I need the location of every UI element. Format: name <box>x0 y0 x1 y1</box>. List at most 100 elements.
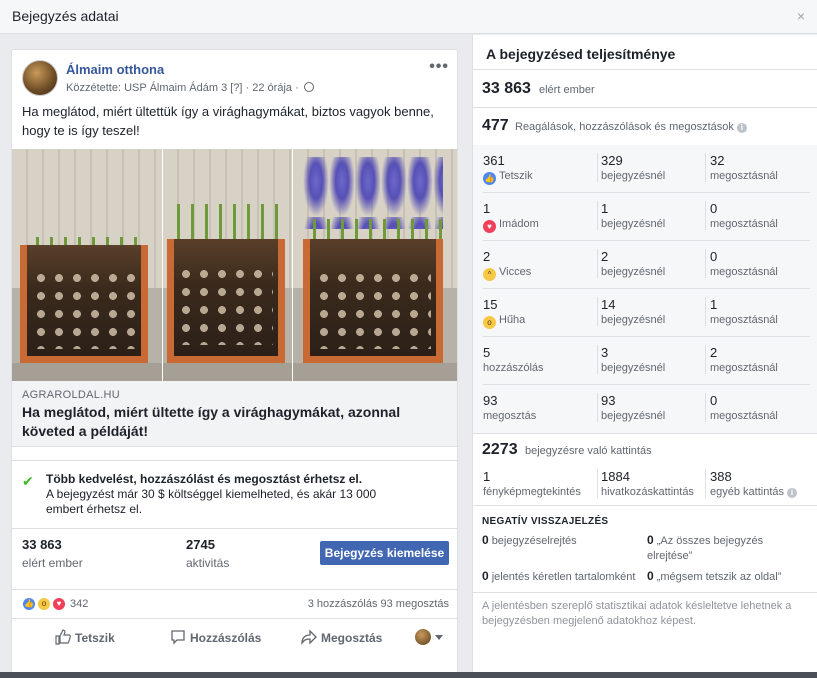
reaction-count[interactable]: 342 <box>70 598 88 610</box>
divider <box>473 592 817 593</box>
negative-label: „Az összes bejegyzés elrejtése” <box>647 535 764 562</box>
panel-reach-value: 33 863 <box>482 80 531 97</box>
more-options-icon[interactable]: ••• <box>429 58 449 76</box>
stat-row-comments: 5 hozzászólás 3 bejegyzésnél 2 megosztásnál <box>483 337 810 385</box>
post-meta: Közzétette: USP Álmaim Ádám 3 [?] · 22 ó… <box>66 82 314 94</box>
stat-label: hozzászólás <box>483 362 544 374</box>
negative-feedback-title: NEGATÍV VISSZAJELZÉS <box>482 516 609 527</box>
photo-2[interactable] <box>163 149 292 381</box>
stat-value: 93 <box>483 393 498 408</box>
clicks-breakdown: 1 fényképmegtekintés 1884 hivatkozáskattin… <box>483 463 810 503</box>
stat-label: bejegyzésnél <box>601 362 666 374</box>
stat-value: 14 <box>601 297 616 312</box>
stat-value: 1884 <box>601 469 630 484</box>
stat-value: 93 <box>601 393 616 408</box>
stat-label: bejegyzésnél <box>601 218 666 230</box>
boost-title: Több kedvelést, hozzászólást és megosztá… <box>46 472 363 486</box>
stat-label: Hűha <box>499 314 526 326</box>
comments-shares-count[interactable]: 3 hozzászólás 93 megosztás <box>308 598 449 610</box>
love-icon: ♥ <box>483 220 496 233</box>
profile-chooser[interactable] <box>415 629 443 645</box>
negative-value: 0 <box>647 569 654 583</box>
stat-value: 3 <box>601 345 609 360</box>
boost-post-button[interactable]: Bejegyzés kiemelése <box>320 541 449 565</box>
negative-item: 0 „mégsem tetszik az oldal” <box>647 569 781 585</box>
stat-label: Vicces <box>499 266 532 278</box>
divider <box>473 433 817 434</box>
stat-value: 32 <box>710 153 725 168</box>
thumbs-up-icon <box>55 629 71 645</box>
chevron-down-icon <box>435 635 443 640</box>
stat-value: 1 <box>710 297 718 312</box>
negative-label: bejegyzéselrejtés <box>491 535 577 547</box>
panel-footnote: A jelentésben szereplő statisztikai adat… <box>482 600 792 627</box>
link-title[interactable]: Ha meglátod, miért ültette így a virágha… <box>22 403 442 441</box>
stat-label: bejegyzésnél <box>601 410 666 422</box>
wow-reaction-icon[interactable]: o <box>37 597 51 611</box>
wow-icon: o <box>483 316 496 329</box>
stat-value: 15 <box>483 297 498 312</box>
divider <box>473 505 817 506</box>
share-button[interactable]: Megosztás <box>301 629 382 645</box>
engagement-label: Reagálások, hozzászólások és megosztások <box>515 121 734 133</box>
negative-item: 0 jelentés kéretlen tartalomként <box>482 569 635 585</box>
page-avatar[interactable] <box>22 60 58 96</box>
love-reaction-icon[interactable]: ♥ <box>52 597 66 611</box>
close-icon[interactable]: × <box>797 8 805 24</box>
performance-panel: A bejegyzésed teljesítménye 33 863 elért… <box>472 35 817 678</box>
stat-label: fényképmegtekintés <box>483 486 581 498</box>
post-text: Ha meglátod, miért ültettük így a virágh… <box>22 104 434 138</box>
photo-1[interactable] <box>12 149 162 381</box>
like-label: Tetszik <box>75 631 115 645</box>
share-icon <box>301 629 317 645</box>
reactions-breakdown: 361 👍 Tetszik 329 bejegyzésnél 32 megosztásn… <box>473 145 817 433</box>
dialog-header: Bejegyzés adatai × <box>0 0 817 34</box>
page-name-link[interactable]: Álmaim otthona <box>66 62 164 77</box>
reach-row: 33 863 elért ember 2745 aktivitás Bejegy… <box>12 528 457 590</box>
stat-value: 388 <box>710 469 732 484</box>
page-mini-avatar <box>415 629 431 645</box>
comment-button[interactable]: Hozzászólás <box>170 629 261 645</box>
stat-value: 2 <box>710 345 718 360</box>
stat-value: 2 <box>601 249 609 264</box>
divider <box>473 107 817 108</box>
negative-item: 0 bejegyzéselrejtés <box>482 533 577 549</box>
boost-info: ✔ Több kedvelést, hozzászólást és megosz… <box>12 460 457 527</box>
stat-row-shares: 93 megosztás 93 bejegyzésnél 0 megosztásnál <box>483 385 810 433</box>
stat-label: bejegyzésnél <box>601 314 666 326</box>
stat-label: megosztás <box>483 410 537 422</box>
stat-label: bejegyzésnél <box>601 266 666 278</box>
comment-icon <box>171 630 185 645</box>
stat-value: 329 <box>601 153 623 168</box>
stat-row-haha: 2 ^ Vicces 2 bejegyzésnél 0 megosztásnál <box>483 241 810 289</box>
like-icon: 👍 <box>483 172 496 185</box>
haha-icon: ^ <box>483 268 496 281</box>
like-button[interactable]: Tetszik <box>55 629 115 645</box>
dialog-title: Bejegyzés adatai <box>12 8 119 24</box>
photo-3[interactable] <box>293 149 457 381</box>
info-icon[interactable]: i <box>736 123 747 133</box>
like-reaction-icon[interactable]: 👍 <box>22 597 36 611</box>
stat-label: megosztásnál <box>710 314 778 326</box>
engagement-value: 477 <box>482 117 509 134</box>
negative-value: 0 <box>647 533 654 547</box>
negative-value: 0 <box>482 533 489 547</box>
reach-value: 33 863 <box>22 537 62 552</box>
reaction-summary: 👍 o ♥ 342 3 hozzászólás 93 megosztás <box>12 590 457 619</box>
check-icon: ✔ <box>22 473 34 489</box>
reach-label: elért ember <box>22 556 83 570</box>
stat-row-love: 1 ♥ Imádom 1 bejegyzésnél 0 megosztásnál <box>483 193 810 241</box>
share-label: Megosztás <box>321 631 383 645</box>
info-icon[interactable]: i <box>787 488 797 498</box>
stat-value: 0 <box>710 249 718 264</box>
panel-reach-label: elért ember <box>539 84 595 96</box>
stat-label: megosztásnál <box>710 362 778 374</box>
stat-label: megosztásnál <box>710 410 778 422</box>
photo-collage <box>12 149 457 381</box>
stat-value: 0 <box>710 201 718 216</box>
post-preview-area: Álmaim otthona Közzétette: USP Álmaim Ád… <box>0 35 472 678</box>
stat-label: megosztásnál <box>710 218 778 230</box>
negative-item: 0 „Az összes bejegyzés elrejtése” <box>647 533 807 564</box>
stat-label: megosztásnál <box>710 266 778 278</box>
stat-value: 361 <box>483 153 505 168</box>
